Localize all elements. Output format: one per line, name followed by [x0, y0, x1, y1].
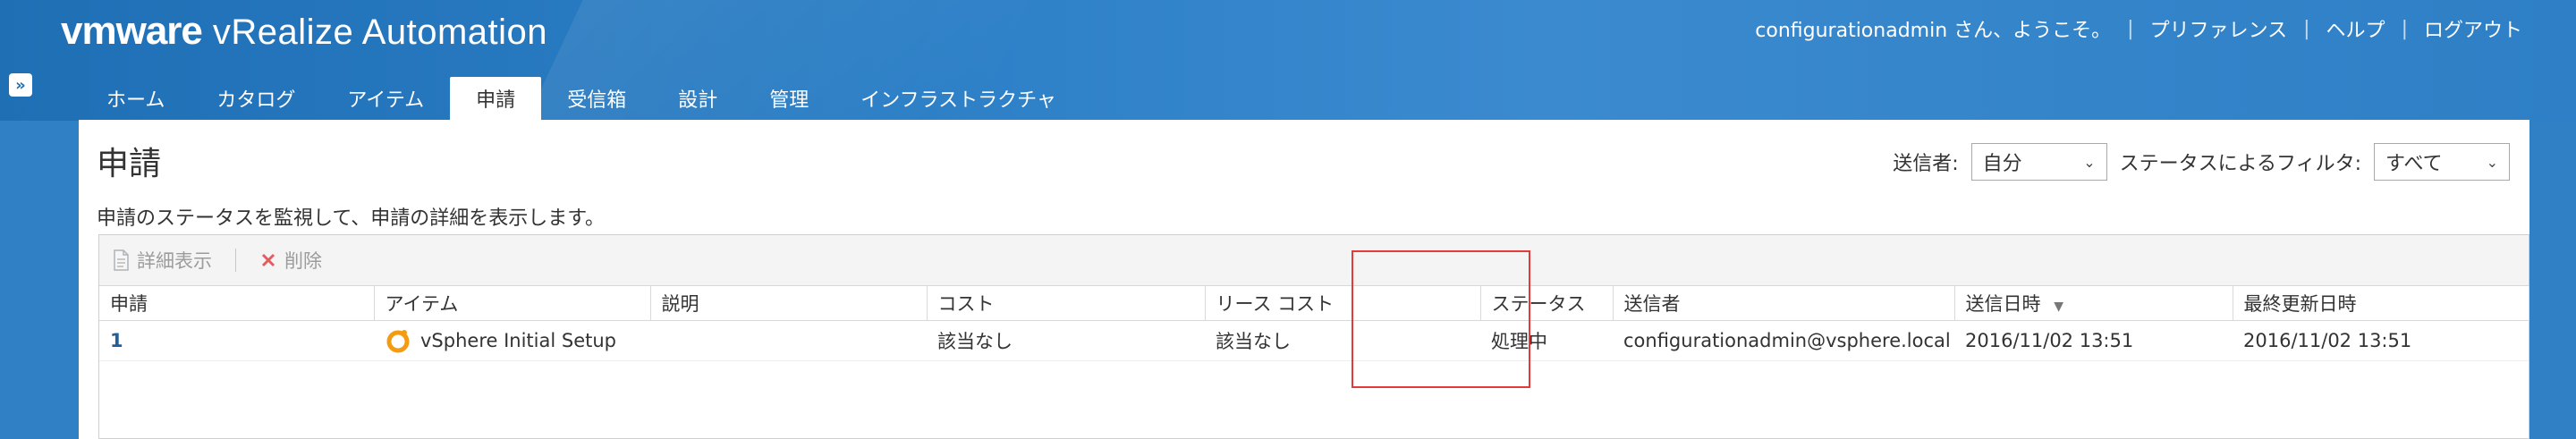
sender-filter-value: 自分	[1982, 153, 2022, 175]
delete-label: 削除	[284, 250, 322, 272]
status-filter-value: すべて	[2385, 153, 2443, 175]
tab-home[interactable]: ホーム	[80, 77, 191, 120]
request-number[interactable]: 1	[99, 320, 374, 361]
column-header-request[interactable]: 申請	[99, 286, 375, 321]
toolbar-divider	[235, 249, 236, 272]
grid-toolbar: 詳細表示 削除	[99, 235, 2529, 286]
column-header-submitted[interactable]: 送信日時 ▼	[1954, 286, 2233, 321]
request-sender: configurationadmin@vsphere.local	[1613, 320, 1954, 361]
column-header-cost[interactable]: コスト	[927, 286, 1206, 321]
request-updated-date: 2016/11/02 13:51	[2233, 320, 2529, 361]
tab-infrastructure[interactable]: インフラストラクチャ	[835, 77, 1082, 120]
view-details-button[interactable]: 詳細表示	[112, 247, 212, 274]
document-icon	[112, 249, 130, 271]
divider: |	[2127, 17, 2134, 40]
user-greeting: configurationadmin さん、ようこそ。	[1755, 20, 2112, 42]
requests-panel: 申請 送信者: 自分 ⌄ ステータスによるフィルタ: すべて ⌄ 申請のステータ…	[79, 120, 2529, 439]
tab-items[interactable]: アイテム	[321, 77, 450, 120]
request-status: 処理中	[1480, 320, 1613, 361]
logout-link[interactable]: ログアウト	[2424, 14, 2522, 43]
preferences-link[interactable]: プリファレンス	[2150, 14, 2288, 43]
column-header-updated[interactable]: 最終更新日時	[2233, 286, 2529, 321]
help-link[interactable]: ヘルプ	[2326, 14, 2385, 43]
status-filter-label: ステータスによるフィルタ:	[2119, 153, 2361, 175]
column-header-sender[interactable]: 送信者	[1613, 286, 1955, 321]
chevron-down-icon: ⌄	[2083, 153, 2096, 171]
request-cost: 該当なし	[927, 320, 1205, 361]
expand-sidebar-icon[interactable]: »	[9, 73, 32, 97]
request-item: vSphere Initial Setup	[374, 320, 650, 361]
sender-filter-select[interactable]: 自分 ⌄	[1970, 143, 2107, 181]
column-header-item[interactable]: アイテム	[374, 286, 651, 321]
submitted-column-label: 送信日時	[1965, 293, 2041, 315]
column-header-description[interactable]: 説明	[650, 286, 928, 321]
sender-filter-label: 送信者:	[1893, 153, 1959, 175]
request-submitted-date: 2016/11/02 13:51	[1954, 320, 2233, 361]
sort-descending-icon: ▼	[2054, 300, 2063, 314]
app-logo: vmware vRealize Automation	[61, 9, 547, 54]
delete-button[interactable]: 削除	[259, 247, 322, 274]
request-item-name: vSphere Initial Setup	[420, 330, 616, 351]
request-filters: 送信者: 自分 ⌄ ステータスによるフィルタ: すべて ⌄	[1893, 143, 2510, 181]
table-row[interactable]: 1 vSphere Initial Setup 該当なし 該当なし 処理中 co…	[99, 320, 2529, 361]
page-description: 申請のステータスを監視して、申請の詳細を表示します。	[97, 207, 606, 230]
request-description	[650, 320, 927, 361]
divider: |	[2303, 17, 2310, 40]
tab-requests[interactable]: 申請	[450, 77, 542, 120]
tab-design[interactable]: 設計	[652, 77, 743, 120]
view-details-label: 詳細表示	[137, 250, 212, 272]
main-tabs: ホーム カタログ アイテム 申請 受信箱 設計 管理 インフラストラクチャ	[80, 77, 1082, 120]
vmware-logo-text: vmware	[61, 9, 203, 53]
divider: |	[2401, 17, 2408, 40]
user-links: configurationadmin さん、ようこそ。 | プリファレンス | …	[1755, 14, 2522, 43]
tab-inbox[interactable]: 受信箱	[541, 77, 652, 120]
page-title: 申請	[97, 146, 162, 182]
chevron-down-icon: ⌄	[2486, 153, 2498, 171]
request-lease-cost: 該当なし	[1205, 320, 1480, 361]
column-header-status[interactable]: ステータス	[1480, 286, 1614, 321]
table-header-row: 申請 アイテム 説明 コスト リース コスト ステータス 送信者 送信日時 ▼ …	[99, 286, 2529, 321]
column-header-lease-cost[interactable]: リース コスト	[1205, 286, 1481, 321]
tab-administration[interactable]: 管理	[743, 77, 835, 120]
vsphere-icon	[385, 327, 411, 354]
tab-catalog[interactable]: カタログ	[191, 77, 321, 120]
delete-icon	[259, 249, 277, 271]
product-name: vRealize Automation	[212, 13, 548, 52]
status-filter-select[interactable]: すべて ⌄	[2374, 143, 2510, 181]
requests-table: 申請 アイテム 説明 コスト リース コスト ステータス 送信者 送信日時 ▼ …	[99, 286, 2529, 361]
requests-grid: 詳細表示 削除 申請 アイテム 説明 コスト リース コスト ステータス 送信者…	[98, 234, 2529, 439]
